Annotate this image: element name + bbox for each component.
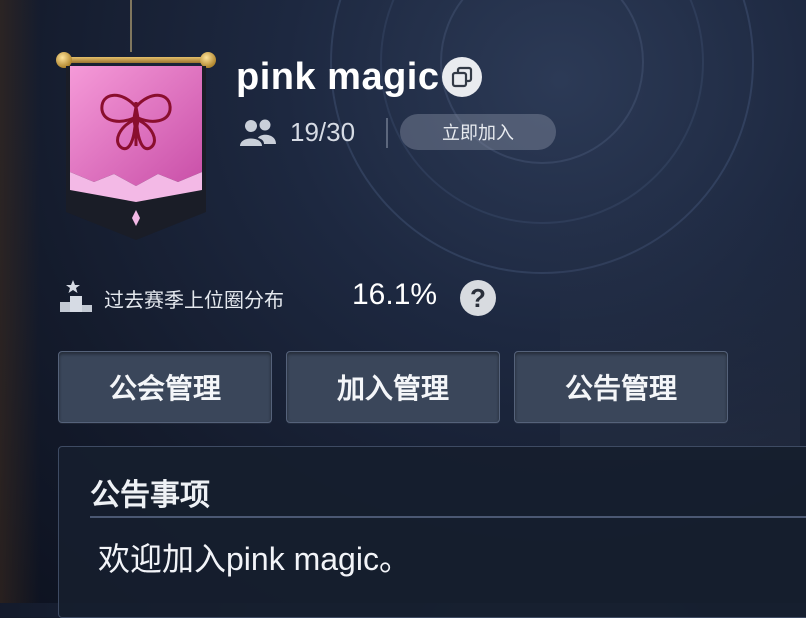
- guild-emblem-banner: [66, 66, 206, 240]
- season-distribution-value: 16.1%: [352, 278, 438, 311]
- copy-button[interactable]: [442, 57, 482, 97]
- notice-divider: [90, 516, 806, 518]
- copy-icon: [451, 66, 473, 88]
- banner-cord: [130, 0, 132, 52]
- members-icon: [240, 119, 276, 146]
- background-decor-left: [0, 0, 40, 603]
- podium-icon: [60, 280, 92, 312]
- member-count: 19/30: [290, 117, 356, 147]
- guild-management-button[interactable]: 公会管理: [58, 351, 272, 423]
- notice-management-button[interactable]: 公告管理: [514, 351, 728, 423]
- season-distribution-label: 过去赛季上位圈分布: [104, 290, 284, 312]
- guild-name: pink magic: [236, 56, 440, 98]
- help-icon[interactable]: ?: [460, 280, 496, 316]
- join-now-button[interactable]: 立即加入: [400, 114, 556, 150]
- notice-text: 欢迎加入pink magic。: [98, 541, 411, 577]
- join-management-button[interactable]: 加入管理: [286, 351, 500, 423]
- notice-title: 公告事项: [90, 479, 210, 512]
- divider: [386, 118, 388, 148]
